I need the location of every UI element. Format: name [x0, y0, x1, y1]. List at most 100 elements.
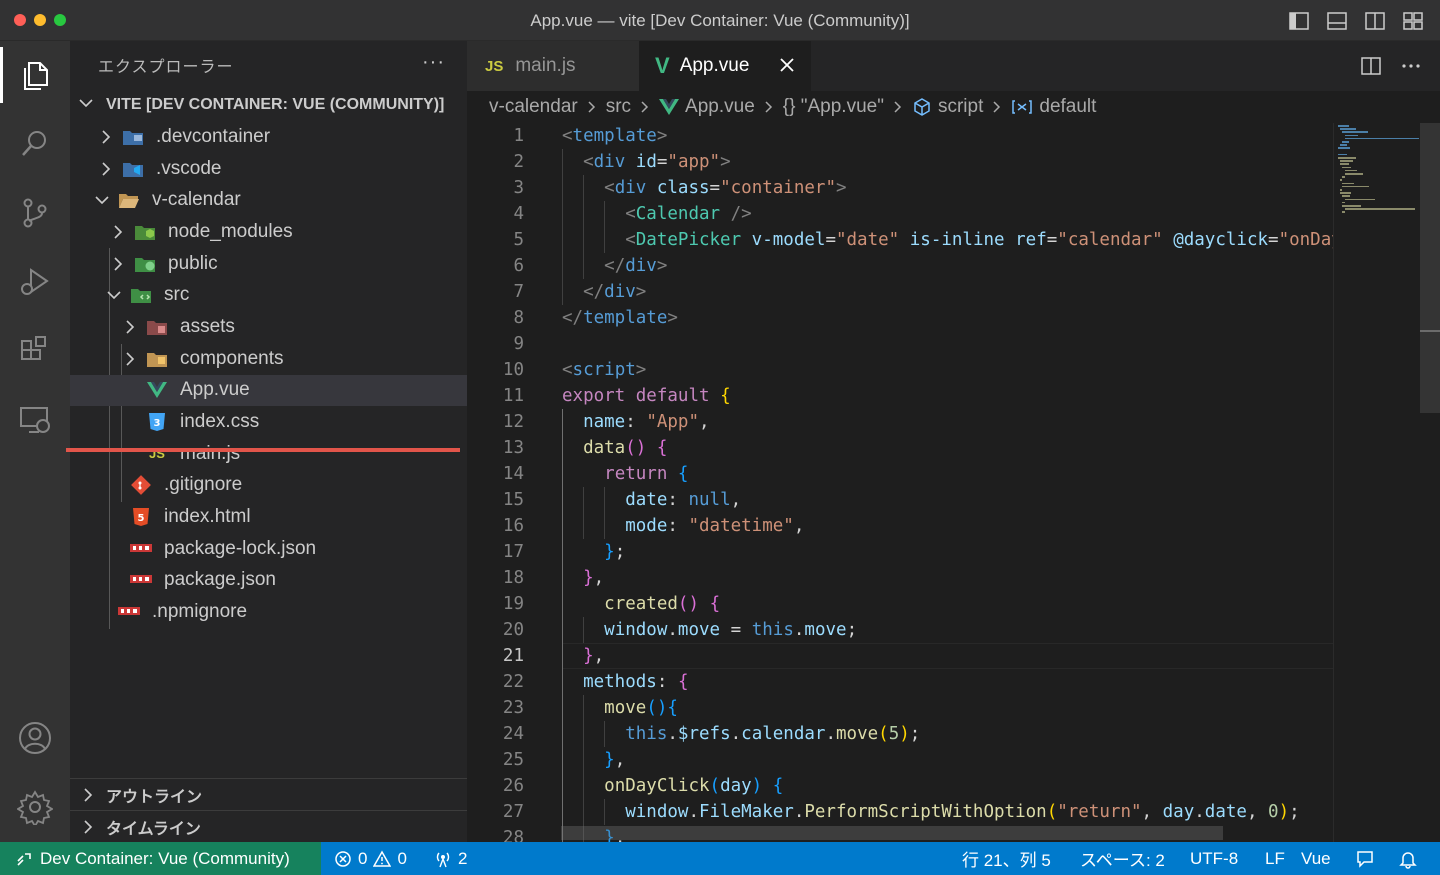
code-line[interactable]: 2 <div id="app">: [467, 149, 1333, 175]
minimap-line: [1342, 211, 1345, 213]
tree-item-npmignore[interactable]: .npmignore: [70, 596, 467, 628]
code-editor[interactable]: 1 <template> 2 <div id="app"> 3 <div class=…: [467, 123, 1333, 842]
code-line[interactable]: 1 <template>: [467, 123, 1333, 149]
tree-item-src[interactable]: src: [70, 279, 467, 311]
tab-main-js[interactable]: JS main.js: [467, 41, 639, 91]
code-line[interactable]: 12 name: "App",: [467, 409, 1333, 435]
split-editor-icon[interactable]: [1360, 55, 1382, 77]
horizontal-scrollbar[interactable]: [561, 826, 1223, 840]
code-line[interactable]: 22 methods: {: [467, 669, 1333, 695]
code-line[interactable]: 21 },: [467, 643, 1333, 669]
end-of-line[interactable]: LF: [1265, 842, 1285, 875]
code-line[interactable]: 15 date: null,: [467, 487, 1333, 513]
remote-explorer-activity-button[interactable]: [0, 388, 70, 452]
toggle-primary-sidebar-icon[interactable]: [1288, 10, 1310, 32]
source-control-activity-button[interactable]: [0, 181, 70, 245]
code-line[interactable]: 25 },: [467, 747, 1333, 773]
outline-section[interactable]: アウトライン: [70, 778, 467, 810]
code-line[interactable]: 5 <DatePicker v-model="date" is-inline r…: [467, 227, 1333, 253]
tree-item-package-lock-json[interactable]: package-lock.json: [70, 533, 467, 565]
code-line[interactable]: 23 move(){: [467, 695, 1333, 721]
code-line[interactable]: 3 <div class="container">: [467, 175, 1333, 201]
line-number: 19: [502, 594, 524, 614]
code-line[interactable]: 10 <script>: [467, 357, 1333, 383]
minimap-line: [1342, 141, 1349, 143]
tree-item-index-css[interactable]: 3 index.css: [70, 406, 467, 438]
timeline-section[interactable]: タイムライン: [70, 810, 467, 842]
folder-devcontainer-icon: [122, 127, 144, 147]
code-line[interactable]: 19 created() {: [467, 591, 1333, 617]
tree-item-assets[interactable]: assets: [70, 311, 467, 343]
more-actions-icon[interactable]: [1400, 55, 1422, 77]
line-number: 5: [513, 230, 524, 250]
ports-indicator[interactable]: 2: [434, 842, 467, 875]
customize-layout-icon[interactable]: [1402, 10, 1424, 32]
code-line[interactable]: 8 </template>: [467, 305, 1333, 331]
accounts-activity-button[interactable]: [0, 706, 70, 770]
breadcrumb-item[interactable]: v-calendar: [489, 96, 578, 118]
extensions-activity-button[interactable]: [0, 319, 70, 383]
tree-item-package-json[interactable]: package.json: [70, 565, 467, 597]
tree-item-app-vue[interactable]: App.vue: [70, 374, 467, 407]
run-debug-activity-button[interactable]: [0, 250, 70, 314]
chevron-right-icon: [110, 256, 126, 272]
minimap[interactable]: [1333, 123, 1440, 842]
problems-indicator[interactable]: 0 0: [334, 842, 407, 875]
tree-item-label: node_modules: [168, 220, 293, 242]
breadcrumb-item[interactable]: src: [606, 96, 631, 118]
code-line[interactable]: 6 </div>: [467, 253, 1333, 279]
indent-guide: [562, 149, 563, 305]
explorer-activity-button[interactable]: [0, 43, 70, 107]
tree-item-v-calendar[interactable]: v-calendar: [70, 184, 467, 216]
language-mode[interactable]: Vue: [1301, 842, 1331, 875]
close-icon[interactable]: [777, 55, 797, 75]
workspace-root-label: VITE [DEV CONTAINER: VUE (COMMUNITY)]: [106, 96, 445, 113]
breadcrumb-item[interactable]: {} "App.vue": [783, 96, 884, 118]
tree-item-vscode[interactable]: .vscode: [70, 153, 467, 185]
code-line[interactable]: 26 onDayClick(day) {: [467, 773, 1333, 799]
workspace-root[interactable]: VITE [DEV CONTAINER: VUE (COMMUNITY)]: [70, 89, 467, 121]
code-line[interactable]: 11 export default {: [467, 383, 1333, 409]
more-actions-button[interactable]: ···: [422, 51, 445, 74]
tree-item-main-js[interactable]: JS main.js: [70, 438, 467, 470]
indent-guide: [604, 487, 606, 539]
code-line[interactable]: 17 };: [467, 539, 1333, 565]
tree-item-gitignore[interactable]: .gitignore: [70, 470, 467, 502]
toggle-secondary-sidebar-icon[interactable]: [1364, 10, 1386, 32]
manage-activity-button[interactable]: [0, 775, 70, 839]
code-line[interactable]: 18 },: [467, 565, 1333, 591]
notifications-button[interactable]: [1398, 842, 1418, 875]
variable-icon: [1011, 98, 1033, 116]
tree-item-devcontainer[interactable]: .devcontainer: [70, 121, 467, 153]
tree-item-components[interactable]: components: [70, 343, 467, 375]
vertical-scrollbar[interactable]: [1420, 123, 1440, 413]
code-line[interactable]: 14 return {: [467, 461, 1333, 487]
indentation[interactable]: スペース: 2: [1080, 842, 1165, 875]
tree-item-public[interactable]: public: [70, 248, 467, 280]
selection-underline: [66, 448, 460, 452]
encoding[interactable]: UTF-8: [1190, 842, 1238, 875]
code-line[interactable]: 20 window.move = this.move;: [467, 617, 1333, 643]
breadcrumb-item[interactable]: script: [938, 96, 983, 118]
chevron-right-icon: [98, 161, 114, 177]
toggle-panel-icon[interactable]: [1326, 10, 1348, 32]
tab-app-vue[interactable]: V App.vue: [639, 41, 811, 91]
remote-indicator[interactable]: Dev Container: Vue (Community): [0, 842, 321, 875]
remote-explorer-icon: [20, 407, 50, 433]
feedback-button[interactable]: [1355, 842, 1375, 875]
code-line[interactable]: 13 data() {: [467, 435, 1333, 461]
code-line[interactable]: 24 this.$refs.calendar.move(5);: [467, 721, 1333, 747]
folder-src-icon: [130, 285, 152, 305]
cursor-position[interactable]: 行 21、列 5: [962, 842, 1051, 875]
code-line[interactable]: 27 window.FileMaker.PerformScriptWithOpt…: [467, 799, 1333, 825]
tree-item-node-modules[interactable]: node_modules: [70, 216, 467, 248]
breadcrumb-item[interactable]: default: [1039, 96, 1096, 118]
code-line[interactable]: 4 <Calendar />: [467, 201, 1333, 227]
code-line[interactable]: 9: [467, 331, 1333, 357]
code-line[interactable]: 16 mode: "datetime",: [467, 513, 1333, 539]
search-activity-button[interactable]: [0, 112, 70, 176]
code-text: methods: {: [583, 672, 689, 692]
breadcrumb-item[interactable]: App.vue: [685, 96, 755, 118]
code-line[interactable]: 7 </div>: [467, 279, 1333, 305]
tree-item-index-html[interactable]: 5 index.html: [70, 501, 467, 533]
